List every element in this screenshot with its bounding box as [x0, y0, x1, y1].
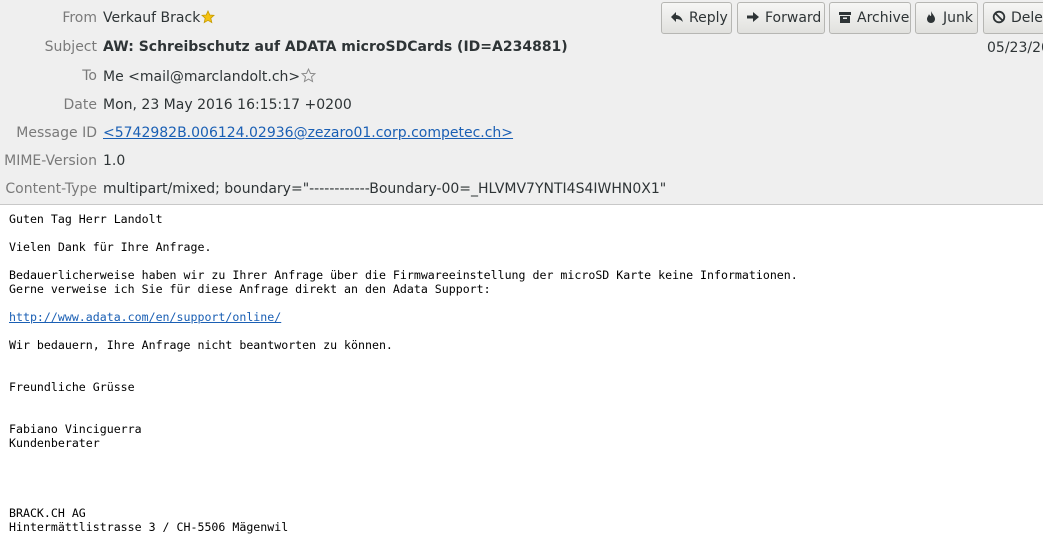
delete-circle-icon — [992, 10, 1006, 24]
date-label: Date — [63, 97, 97, 113]
message-id-label: Message ID — [16, 125, 97, 141]
support-link[interactable]: http://www.adata.com/en/support/online/ — [9, 310, 281, 324]
forward-label: Forward — [765, 10, 822, 26]
content-type-label: Content-Type — [5, 181, 97, 197]
mime-version-value: 1.0 — [103, 153, 126, 169]
body-paragraph-line-1: Bedauerlicherweise haben wir zu Ihrer An… — [9, 268, 798, 282]
body-paragraph-line-2: Gerne verweise ich Sie für diese Anfrage… — [9, 282, 491, 296]
body-regret: Wir bedauern, Ihre Anfrage nicht beantwo… — [9, 338, 393, 352]
forward-button[interactable]: Forward — [737, 2, 825, 34]
to-address[interactable]: Me <mail@marclandolt.ch> — [103, 69, 300, 85]
subject-row: Subject AW: Schreibschutz auf ADATA micr… — [0, 35, 1043, 61]
message-body: Guten Tag Herr Landolt Vielen Dank für I… — [9, 212, 1039, 534]
from-name[interactable]: Verkauf Brack — [103, 10, 200, 26]
message-id-link[interactable]: <5742982B.006124.02936@zezaro01.corp.com… — [103, 125, 513, 141]
junk-button[interactable]: Junk — [915, 2, 978, 34]
short-date: 05/23/20 — [987, 40, 1043, 56]
body-greeting: Guten Tag Herr Landolt — [9, 212, 163, 226]
subject-label: Subject — [44, 39, 97, 55]
body-thanks: Vielen Dank für Ihre Anfrage. — [9, 240, 212, 254]
star-icon[interactable] — [201, 10, 216, 28]
archive-button[interactable]: Archive — [829, 2, 911, 34]
from-value[interactable]: Verkauf Brack — [103, 10, 216, 28]
mime-version-label: MIME-Version — [4, 153, 97, 169]
signature-name: Fabiano Vinciguerra — [9, 422, 142, 436]
signature-role: Kundenberater — [9, 436, 100, 450]
archive-label: Archive — [857, 10, 910, 26]
from-label: From — [62, 10, 97, 26]
delete-label: Delet — [1011, 10, 1043, 26]
content-type-row: Content-Type multipart/mixed; boundary="… — [0, 177, 1043, 203]
message-id-value: <5742982B.006124.02936@zezaro01.corp.com… — [103, 125, 513, 141]
reply-button[interactable]: Reply — [661, 2, 732, 34]
message-header: From Verkauf Brack Subject AW: Schreibsc… — [0, 0, 1043, 205]
junk-flame-icon — [927, 11, 935, 23]
to-value[interactable]: Me <mail@marclandolt.ch> — [103, 67, 317, 87]
star-outline-icon[interactable] — [301, 67, 317, 87]
to-row: To Me <mail@marclandolt.ch> — [0, 64, 1043, 90]
body-closing: Freundliche Grüsse — [9, 380, 135, 394]
signature-address: Hintermättlistrasse 3 / CH-5506 Mägenwil — [9, 520, 289, 534]
mime-version-row: MIME-Version 1.0 — [0, 149, 1043, 175]
signature-company: BRACK.CH AG — [9, 506, 86, 520]
subject-value: AW: Schreibschutz auf ADATA microSDCards… — [103, 39, 568, 55]
date-row: Date Mon, 23 May 2016 16:15:17 +0200 — [0, 93, 1043, 119]
reply-arrow-icon — [671, 12, 683, 22]
archive-icon — [839, 12, 851, 23]
date-value: Mon, 23 May 2016 16:15:17 +0200 — [103, 97, 352, 113]
to-label: To — [82, 68, 97, 84]
delete-button[interactable]: Delet — [983, 2, 1043, 34]
message-id-row: Message ID <5742982B.006124.02936@zezaro… — [0, 121, 1043, 147]
content-type-value: multipart/mixed; boundary="------------B… — [103, 181, 667, 197]
reply-label: Reply — [689, 10, 728, 26]
junk-label: Junk — [943, 10, 973, 26]
forward-arrow-icon — [747, 12, 759, 22]
